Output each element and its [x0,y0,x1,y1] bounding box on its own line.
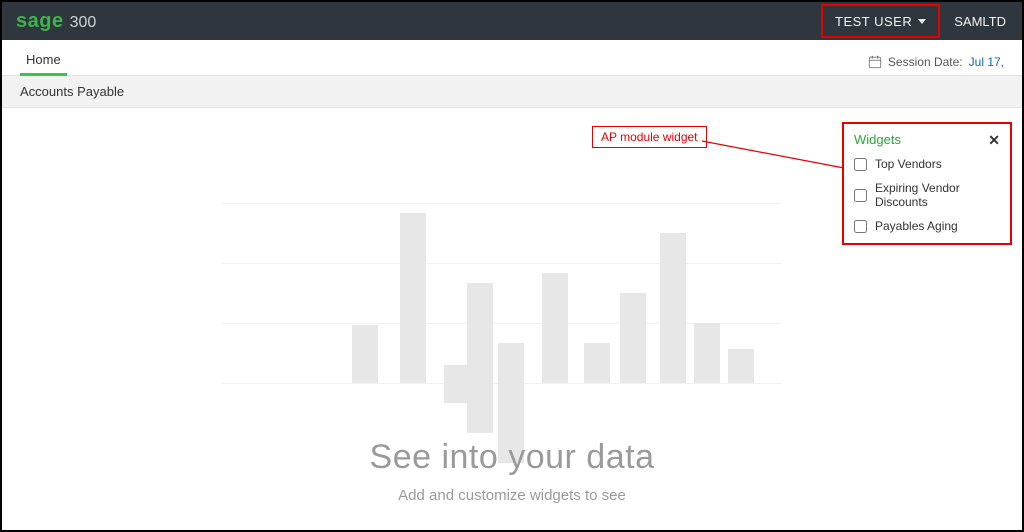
widget-item-expiring-discounts[interactable]: Expiring Vendor Discounts [854,181,1000,209]
module-name: Accounts Payable [20,84,124,99]
brand-name: sage [16,10,64,33]
topbar: sage 300 TEST USER SAMLTD [2,2,1022,40]
brand: sage 300 [2,10,96,33]
empty-state: See into your data Add and customize wid… [2,438,1022,504]
widgets-header: Widgets ✕ [854,132,1000,147]
company-label[interactable]: SAMLTD [944,2,1022,40]
user-name: TEST USER [835,14,912,29]
widget-label: Payables Aging [875,219,958,233]
session-label: Session Date: [888,55,963,69]
widget-item-top-vendors[interactable]: Top Vendors [854,157,1000,171]
widget-checkbox[interactable] [854,220,867,233]
tab-row: Home Session Date: Jul 17, [2,40,1022,76]
calendar-icon [868,55,882,69]
widgets-panel: Widgets ✕ Top Vendors Expiring Vendor Di… [842,122,1012,245]
widget-label: Expiring Vendor Discounts [875,181,1000,209]
brand-product: 300 [70,14,97,32]
user-menu[interactable]: TEST USER [821,4,940,38]
company-name: SAMLTD [954,14,1006,29]
widgets-title: Widgets [854,132,901,147]
main-area: See into your data Add and customize wid… [2,108,1022,530]
widget-label: Top Vendors [875,157,942,171]
close-icon[interactable]: ✕ [988,133,1000,147]
chevron-down-icon [918,19,926,24]
tab-home-label: Home [26,52,61,67]
annotation-callout: AP module widget [592,126,707,148]
widget-checkbox[interactable] [854,158,867,171]
annotation-text: AP module widget [601,130,698,144]
topbar-right: TEST USER SAMLTD [817,2,1022,40]
widget-checkbox[interactable] [854,189,867,202]
tab-home[interactable]: Home [20,44,67,75]
widget-item-payables-aging[interactable]: Payables Aging [854,219,1000,233]
chart-background [222,163,782,443]
app-frame: sage 300 TEST USER SAMLTD Home Session D… [0,0,1024,532]
session-date: Session Date: Jul 17, [868,55,1004,75]
empty-state-subtitle: Add and customize widgets to see [2,487,1022,504]
session-date-link[interactable]: Jul 17, [969,55,1004,69]
empty-state-title: See into your data [2,438,1022,477]
module-bar: Accounts Payable [2,76,1022,108]
